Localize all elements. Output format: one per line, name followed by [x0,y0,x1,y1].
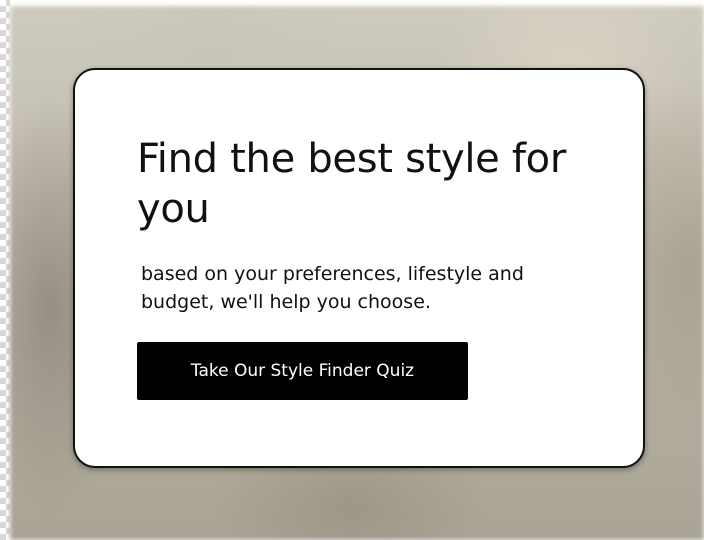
card-title: Find the best style for you [137,136,566,232]
card-subtitle: based on your preferences, lifestyle and… [141,263,524,313]
style-quiz-card: Find the best style for you based on you… [73,68,645,468]
transparency-checker-strip [0,0,10,540]
style-finder-quiz-button[interactable]: Take Our Style Finder Quiz [137,342,468,400]
page: Find the best style for you based on you… [0,0,704,540]
